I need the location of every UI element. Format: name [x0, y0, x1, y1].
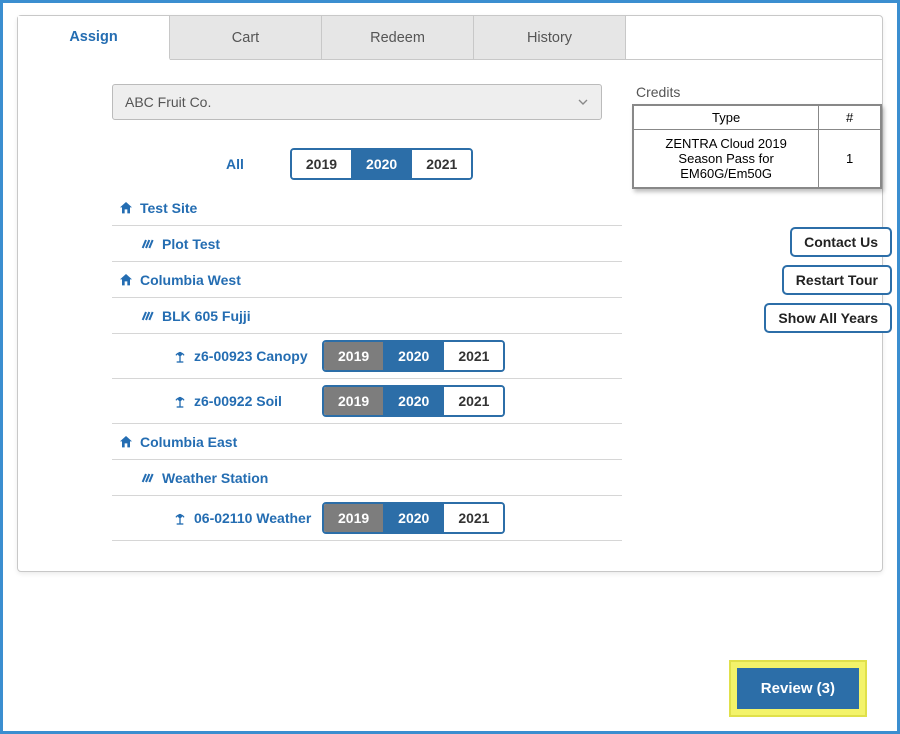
show-all-years-button[interactable]: Show All Years	[764, 303, 892, 333]
tree-item-label[interactable]: z6-00923 Canopy	[194, 348, 322, 365]
tree-item-label[interactable]: BLK 605 Fujji	[162, 308, 251, 324]
tree-device-row: z6-00923 Canopy201920202021	[112, 334, 622, 379]
device-year-segmented: 201920202021	[322, 502, 505, 534]
device-year-segmented: 201920202021	[322, 340, 505, 372]
plot-icon	[134, 236, 162, 252]
all-label[interactable]: All	[226, 156, 244, 172]
tree-plot-row: BLK 605 Fujji	[112, 298, 622, 334]
site-tree: Test Site Plot Test Columbia West BLK 605 F…	[112, 190, 622, 541]
tab-cart[interactable]: Cart	[170, 16, 322, 59]
tree-device-row: 06-02110 Weather201920202021	[112, 496, 622, 541]
tree-plot-row: Plot Test	[112, 226, 622, 262]
restart-tour-button[interactable]: Restart Tour	[782, 265, 892, 295]
year-segmented: 2019 2020 2021	[290, 148, 473, 180]
sensor-icon	[166, 348, 194, 364]
year-option-2020[interactable]: 2020	[352, 150, 412, 178]
tree-item-label[interactable]: Columbia East	[140, 434, 237, 450]
plot-icon	[134, 470, 162, 486]
device-year-2019: 2019	[324, 342, 384, 370]
sensor-icon	[166, 510, 194, 526]
device-year-2021[interactable]: 2021	[444, 387, 503, 415]
chevron-down-icon	[575, 94, 591, 113]
tree-item-label[interactable]: z6-00922 Soil	[194, 393, 322, 410]
device-year-2020[interactable]: 2020	[384, 387, 444, 415]
review-highlight: Review (3)	[729, 660, 867, 717]
tree-plot-row: Weather Station	[112, 460, 622, 496]
tree-site-row: Columbia West	[112, 262, 622, 298]
device-year-2021[interactable]: 2021	[444, 504, 503, 532]
credits-title: Credits	[632, 84, 892, 100]
credits-header-type: Type	[634, 106, 819, 130]
year-filter-row: All 2019 2020 2021	[32, 148, 622, 180]
organization-selected: ABC Fruit Co.	[125, 94, 211, 110]
tree-site-row: Test Site	[112, 190, 622, 226]
tree-device-row: z6-00922 Soil201920202021	[112, 379, 622, 424]
home-icon	[112, 200, 140, 216]
organization-select[interactable]: ABC Fruit Co.	[112, 84, 602, 120]
tree-item-label[interactable]: Test Site	[140, 200, 197, 216]
tab-redeem[interactable]: Redeem	[322, 16, 474, 59]
device-year-2021[interactable]: 2021	[444, 342, 503, 370]
credits-row-type: ZENTRA Cloud 2019 Season Pass for EM60G/…	[634, 130, 819, 188]
tab-assign[interactable]: Assign	[18, 16, 170, 60]
credits-row: ZENTRA Cloud 2019 Season Pass for EM60G/…	[634, 130, 881, 188]
credits-row-count: 1	[819, 130, 881, 188]
tabs-bar: Assign Cart Redeem History	[18, 16, 882, 60]
device-year-segmented: 201920202021	[322, 385, 505, 417]
device-year-2020[interactable]: 2020	[384, 342, 444, 370]
credits-table: Type # ZENTRA Cloud 2019 Season Pass for…	[632, 104, 882, 189]
contact-us-button[interactable]: Contact Us	[790, 227, 892, 257]
tree-item-label[interactable]: Columbia West	[140, 272, 241, 288]
review-button[interactable]: Review (3)	[737, 668, 859, 709]
device-year-2019: 2019	[324, 387, 384, 415]
home-icon	[112, 272, 140, 288]
year-option-2019[interactable]: 2019	[292, 150, 352, 178]
tree-item-label[interactable]: Plot Test	[162, 236, 220, 252]
year-option-2021[interactable]: 2021	[412, 150, 471, 178]
home-icon	[112, 434, 140, 450]
plot-icon	[134, 308, 162, 324]
sensor-icon	[166, 393, 194, 409]
tree-site-row: Columbia East	[112, 424, 622, 460]
tab-history[interactable]: History	[474, 16, 626, 59]
device-year-2020[interactable]: 2020	[384, 504, 444, 532]
tree-item-label[interactable]: Weather Station	[162, 470, 268, 486]
tree-item-label[interactable]: 06-02110 Weather	[194, 510, 322, 527]
device-year-2019: 2019	[324, 504, 384, 532]
credits-header-count: #	[819, 106, 881, 130]
